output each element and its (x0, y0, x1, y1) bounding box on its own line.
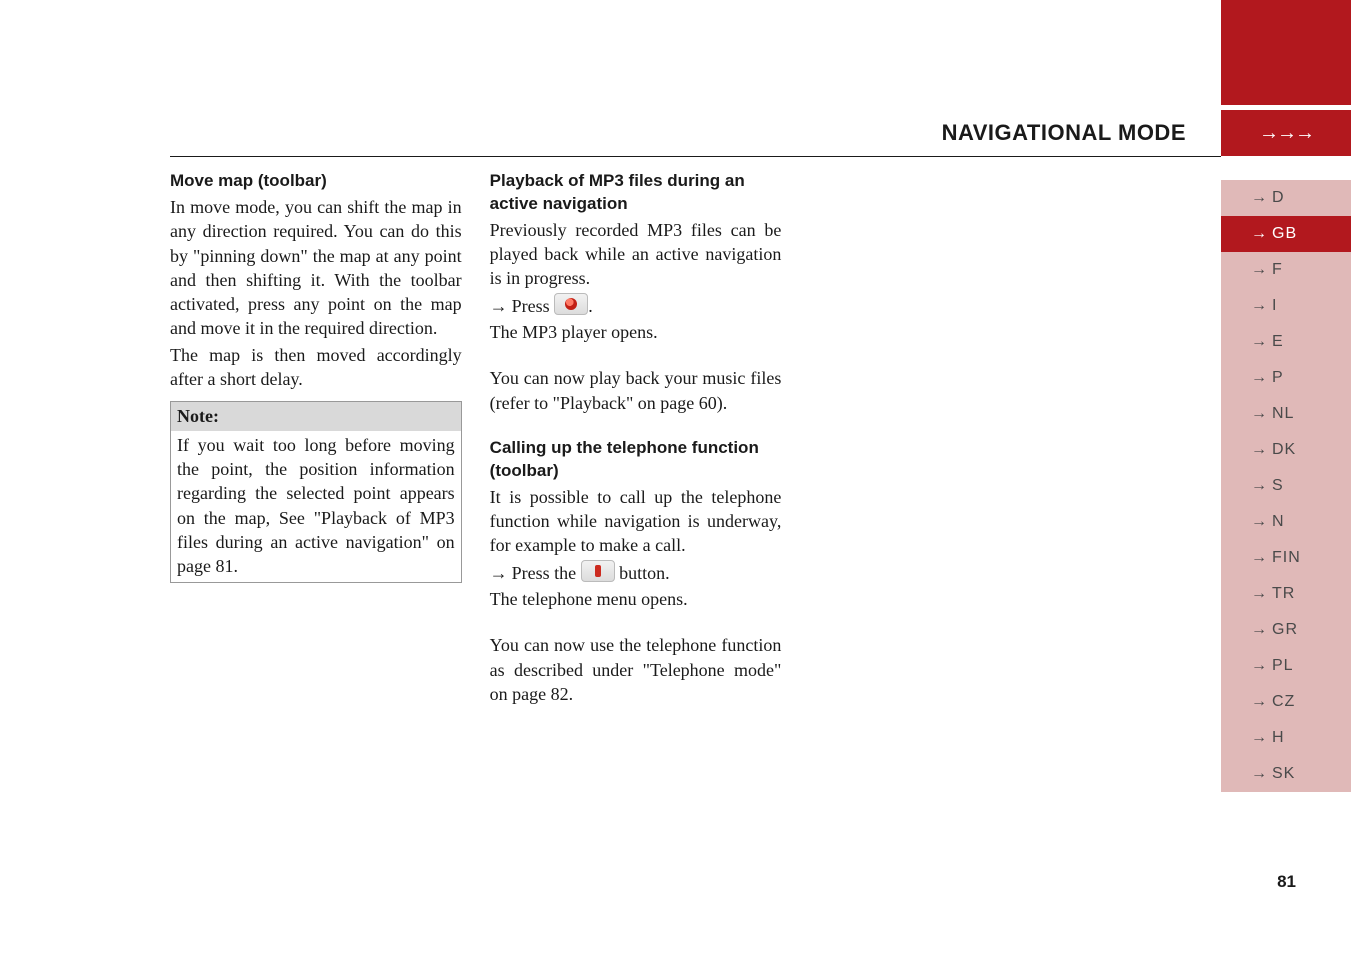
arrow-icon (1251, 691, 1272, 713)
triple-arrow-icon (1259, 120, 1313, 147)
paragraph: Previously recorded MP3 files can be pla… (490, 218, 782, 291)
language-sidebar: D GB FIEP NL DK SN FIN TR GR PL CZ H SK (1221, 180, 1351, 792)
lang-tab-gb[interactable]: GB (1221, 216, 1351, 252)
lang-label: SK (1272, 763, 1295, 785)
lang-label: GR (1272, 619, 1298, 641)
press-label: Press (512, 296, 550, 316)
arrow-icon (1251, 763, 1272, 785)
lang-label: S (1272, 475, 1284, 497)
lang-label: PL (1272, 655, 1294, 677)
lang-tab-pl[interactable]: PL (1221, 648, 1351, 684)
note-body: If you wait too long before moving the p… (170, 431, 462, 584)
header-rule (170, 156, 1221, 157)
arrow-icon (1251, 619, 1272, 641)
paragraph: The MP3 player opens. (490, 320, 782, 344)
lang-tab-fin[interactable]: FIN (1221, 540, 1351, 576)
lang-tab-h[interactable]: H (1221, 720, 1351, 756)
section-heading-move-map: Move map (toolbar) (170, 170, 462, 193)
arrow-icon (1251, 187, 1272, 209)
paragraph: In move mode, you can shift the map in a… (170, 195, 462, 341)
lang-tab-n[interactable]: N (1221, 504, 1351, 540)
paragraph: You can now use the telephone function a… (490, 633, 782, 706)
press-line: Press . (490, 293, 782, 318)
lang-tab-nl[interactable]: NL (1221, 396, 1351, 432)
header-row: NAVIGATIONAL MODE (170, 118, 1221, 158)
lang-label: FIN (1272, 547, 1301, 569)
arrow-icon (490, 296, 512, 316)
lang-label: NL (1272, 403, 1294, 425)
press-the-label: Press the (512, 563, 577, 583)
lang-tab-p[interactable]: P (1221, 360, 1351, 396)
phone-icon (581, 560, 615, 582)
arrow-icon (1251, 511, 1272, 533)
paragraph: The map is then moved accordingly after … (170, 343, 462, 392)
arrow-icon (1251, 439, 1272, 461)
column-right (809, 170, 1101, 708)
page-title: NAVIGATIONAL MODE (942, 118, 1186, 148)
section-heading-mp3: Playback of MP3 files during an active n… (490, 170, 782, 216)
lang-tab-cz[interactable]: CZ (1221, 684, 1351, 720)
lang-label: N (1272, 511, 1285, 533)
arrow-icon (1251, 655, 1272, 677)
period: . (588, 296, 593, 316)
lang-tab-i[interactable]: I (1221, 288, 1351, 324)
spacer (490, 417, 782, 437)
press-line: Press the button. (490, 560, 782, 585)
content: Move map (toolbar) In move mode, you can… (170, 170, 1101, 708)
arrow-icon (490, 563, 512, 583)
arrow-icon (1251, 331, 1272, 353)
arrow-icon (1251, 727, 1272, 749)
button-suffix: button. (619, 563, 670, 583)
lang-label: I (1272, 295, 1277, 317)
lang-tab-f[interactable]: F (1221, 252, 1351, 288)
column-left: Move map (toolbar) In move mode, you can… (170, 170, 462, 708)
lang-tab-dk[interactable]: DK (1221, 432, 1351, 468)
lang-label: GB (1272, 223, 1297, 245)
page: NAVIGATIONAL MODE Move map (toolbar) In … (0, 0, 1351, 954)
lang-label: TR (1272, 583, 1295, 605)
arrow-icon (1251, 259, 1272, 281)
lang-tab-d[interactable]: D (1221, 180, 1351, 216)
header-arrows (1221, 110, 1351, 156)
arrow-icon (1251, 403, 1272, 425)
accent-top (1221, 0, 1351, 105)
disc-icon (554, 293, 588, 315)
arrow-icon (1251, 475, 1272, 497)
lang-tab-s[interactable]: S (1221, 468, 1351, 504)
lang-tab-tr[interactable]: TR (1221, 576, 1351, 612)
spacer (490, 346, 782, 366)
arrow-icon (1251, 547, 1272, 569)
lang-label: D (1272, 187, 1285, 209)
lang-tab-e[interactable]: E (1221, 324, 1351, 360)
lang-label: P (1272, 367, 1284, 389)
arrow-icon (1251, 367, 1272, 389)
arrow-icon (1251, 223, 1272, 245)
arrow-icon (1251, 295, 1272, 317)
lang-tab-sk[interactable]: SK (1221, 756, 1351, 792)
lang-tab-gr[interactable]: GR (1221, 612, 1351, 648)
paragraph: It is possible to call up the telephone … (490, 485, 782, 558)
column-middle: Playback of MP3 files during an active n… (490, 170, 782, 708)
note-heading: Note: (170, 401, 462, 430)
lang-label: F (1272, 259, 1283, 281)
arrow-icon (1251, 583, 1272, 605)
section-heading-telephone: Calling up the telephone function (toolb… (490, 437, 782, 483)
lang-label: DK (1272, 439, 1296, 461)
spacer (490, 613, 782, 633)
lang-label: CZ (1272, 691, 1295, 713)
paragraph: You can now play back your music files (… (490, 366, 782, 415)
lang-label: H (1272, 727, 1285, 749)
lang-label: E (1272, 331, 1284, 353)
page-number: 81 (1277, 871, 1296, 894)
paragraph: The telephone menu opens. (490, 587, 782, 611)
